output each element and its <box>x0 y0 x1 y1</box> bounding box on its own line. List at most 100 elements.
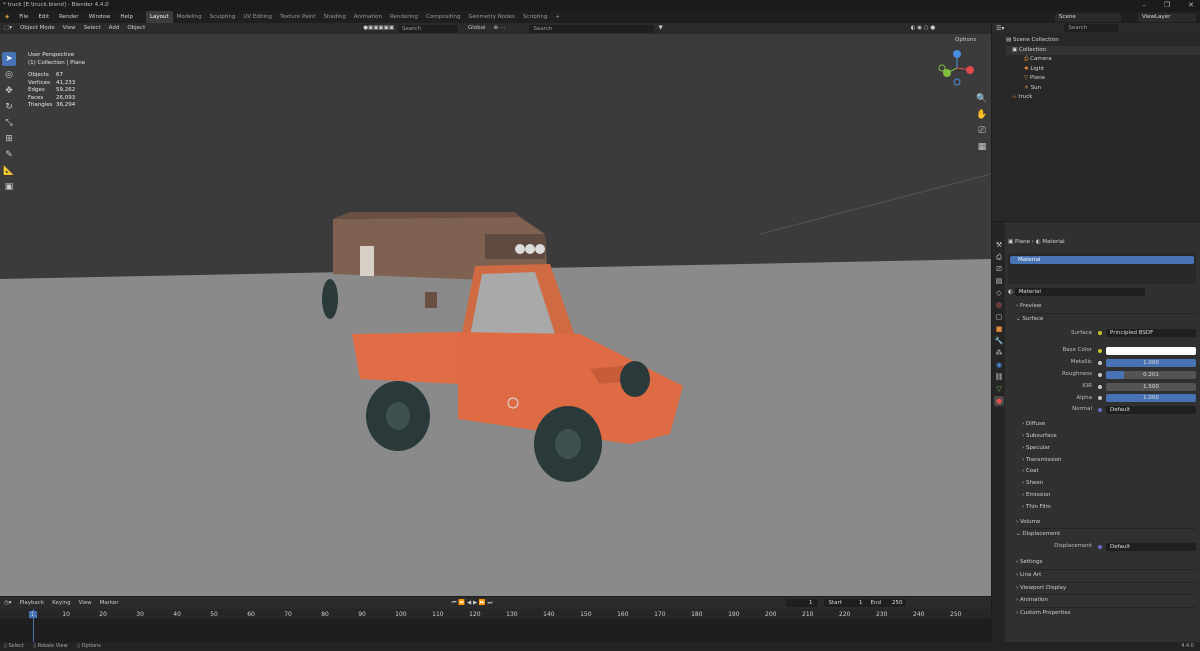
outliner-search-input[interactable]: Search <box>1064 24 1120 32</box>
outliner-item-sun[interactable]: ☀ Sun <box>1006 84 1200 94</box>
menu-help[interactable]: Help <box>115 11 138 23</box>
surface-shader-field[interactable]: Principled BSDF <box>1106 329 1196 338</box>
section-line-art[interactable]: › Line Art <box>1008 570 1196 582</box>
timeline-editor-icon[interactable]: ◷▾ <box>0 598 16 609</box>
modifier-tab-icon[interactable]: 🔧 <box>994 336 1004 346</box>
subsection-subsurface[interactable]: › Subsurface <box>1008 431 1196 443</box>
tab-compositing[interactable]: Compositing <box>422 11 464 23</box>
menu-timeline-view[interactable]: View <box>75 598 96 609</box>
section-displacement[interactable]: ⌄ Displacement <box>1008 529 1196 541</box>
scene-selector[interactable]: Scene <box>1055 13 1121 22</box>
alpha-slider[interactable]: 1.000 <box>1106 394 1196 403</box>
particles-tab-icon[interactable]: ⁂ <box>994 348 1004 358</box>
pan-hand-icon[interactable]: ✋ <box>975 108 989 122</box>
outliner-item-camera[interactable]: ⎙ Camera <box>1006 55 1200 65</box>
menu-playback[interactable]: Playback <box>16 598 49 609</box>
menu-render[interactable]: Render <box>54 11 84 23</box>
render-tab-icon[interactable]: ⎙ <box>994 252 1004 262</box>
menu-object[interactable]: Object <box>123 23 149 34</box>
physics-tab-icon[interactable]: ◉ <box>994 360 1004 370</box>
outliner-item-truck[interactable]: ⊹ truck <box>1006 93 1200 103</box>
outliner-collection[interactable]: ▣ Collection <box>1006 45 1200 55</box>
output-tab-icon[interactable]: ⎚ <box>994 264 1004 274</box>
metallic-slider[interactable]: 1.000 <box>1106 359 1196 368</box>
search-input[interactable]: Search <box>398 24 459 33</box>
measure-tool-icon[interactable]: 📐 <box>2 164 16 178</box>
section-animation[interactable]: › Animation <box>1008 595 1196 607</box>
rotate-tool-icon[interactable]: ↻ <box>2 100 16 114</box>
navigation-gizmo[interactable] <box>937 48 977 88</box>
tool-tab-icon[interactable]: ⚒ <box>994 240 1004 250</box>
constraints-tab-icon[interactable]: ⛓ <box>994 372 1004 382</box>
section-preview[interactable]: › Preview <box>1008 301 1196 313</box>
select-tool-icon[interactable]: ➤ <box>2 52 16 66</box>
subsection-coat[interactable]: › Coat <box>1008 466 1196 478</box>
transform-tool-icon[interactable]: ⊞ <box>2 132 16 146</box>
options-dropdown[interactable]: Options <box>955 37 976 43</box>
subsection-thin-film[interactable]: › Thin Film <box>1008 502 1196 514</box>
camera-view-icon[interactable]: ⎚ <box>975 124 989 138</box>
playhead[interactable] <box>33 609 34 642</box>
menu-add[interactable]: Add <box>105 23 124 34</box>
add-cube-tool-icon[interactable]: ▣ <box>2 180 16 194</box>
minimize-icon[interactable]: – <box>1142 0 1146 11</box>
subsection-transmission[interactable]: › Transmission <box>1008 455 1196 467</box>
ior-field[interactable]: 1.500 <box>1106 382 1196 391</box>
cursor-tool-icon[interactable]: ◎ <box>2 68 16 82</box>
menu-marker[interactable]: Marker <box>96 598 123 609</box>
editor-type-icon[interactable]: ⬚▾ <box>0 23 16 34</box>
zoom-icon[interactable]: 🔍 <box>975 92 989 106</box>
blender-logo-icon[interactable]: ◈ <box>0 11 14 23</box>
tab-rendering[interactable]: Rendering <box>386 11 422 23</box>
menu-view[interactable]: View <box>59 23 80 34</box>
tab-shading[interactable]: Shading <box>320 11 350 23</box>
timeline-area[interactable]: 1102030405060708090100110120130140150160… <box>0 609 991 642</box>
section-settings[interactable]: › Settings <box>1008 557 1196 569</box>
material-tab-icon[interactable]: ● <box>994 396 1004 406</box>
viewlayer-selector[interactable]: ViewLayer <box>1138 13 1196 22</box>
section-surface[interactable]: ⌄ Surface <box>1008 314 1196 326</box>
shading-mode-icons[interactable]: ◐ ◉ ○ ● <box>907 23 939 34</box>
subsection-emission[interactable]: › Emission <box>1008 490 1196 502</box>
subsection-sheen[interactable]: › Sheen <box>1008 478 1196 490</box>
tab-scripting[interactable]: Scripting <box>519 11 551 23</box>
close-icon[interactable]: ✕ <box>1188 0 1194 11</box>
collection-tab-icon[interactable]: ▢ <box>994 312 1004 322</box>
object-mode-dropdown[interactable]: Object Mode <box>16 23 59 34</box>
outliner-item-plane[interactable]: ▽ Plane <box>1006 74 1200 84</box>
tab-animation[interactable]: Animation <box>350 11 386 23</box>
subsection-specular[interactable]: › Specular <box>1008 443 1196 455</box>
tab-uv-editing[interactable]: UV Editing <box>239 11 276 23</box>
menu-file[interactable]: File <box>14 11 33 23</box>
viewport-search-field[interactable]: Search <box>529 24 655 33</box>
base-color-swatch[interactable] <box>1106 347 1196 356</box>
scale-tool-icon[interactable]: ⤡ <box>2 116 16 130</box>
subsection-diffuse[interactable]: › Diffuse <box>1008 419 1196 431</box>
outliner-scene-collection[interactable]: ▤ Scene Collection <box>1006 36 1200 46</box>
maximize-icon[interactable]: ❐ <box>1164 0 1170 11</box>
frame-ruler[interactable]: 1102030405060708090100110120130140150160… <box>0 609 991 619</box>
orientation-dropdown[interactable]: Global <box>464 23 490 34</box>
tab-layout[interactable]: Layout <box>145 11 173 23</box>
annotate-tool-icon[interactable]: ✎ <box>2 148 16 162</box>
filter-icon[interactable]: ▼ <box>654 23 666 34</box>
roughness-slider[interactable]: 0.201 <box>1106 370 1196 379</box>
object-filter-icons[interactable]: ●▣▣▣▣▣ <box>359 23 398 34</box>
tab-texture-paint[interactable]: Texture Paint <box>276 11 320 23</box>
playback-controls[interactable]: ⏮ ⏪ ◀ ▶ ⏩ ⏭ <box>448 598 497 609</box>
section-viewport-display[interactable]: › Viewport Display <box>1008 583 1196 595</box>
material-slot-list[interactable]: Material <box>1008 253 1196 284</box>
move-tool-icon[interactable]: ✥ <box>2 84 16 98</box>
section-custom-properties[interactable]: › Custom Properties <box>1008 608 1196 620</box>
current-frame-field[interactable]: 1 <box>786 599 819 607</box>
menu-keying[interactable]: Keying <box>48 598 74 609</box>
displacement-field[interactable]: Default <box>1106 543 1196 552</box>
normal-field[interactable]: Default <box>1106 406 1196 415</box>
start-frame-field[interactable]: Start 1 <box>824 599 867 607</box>
data-tab-icon[interactable]: ▽ <box>994 384 1004 394</box>
material-slot-item[interactable]: Material <box>1010 255 1194 264</box>
tab-sculpting[interactable]: Sculpting <box>206 11 240 23</box>
section-volume[interactable]: › Volume <box>1008 517 1196 529</box>
menu-edit[interactable]: Edit <box>33 11 54 23</box>
end-frame-field[interactable]: End 250 <box>866 599 907 607</box>
